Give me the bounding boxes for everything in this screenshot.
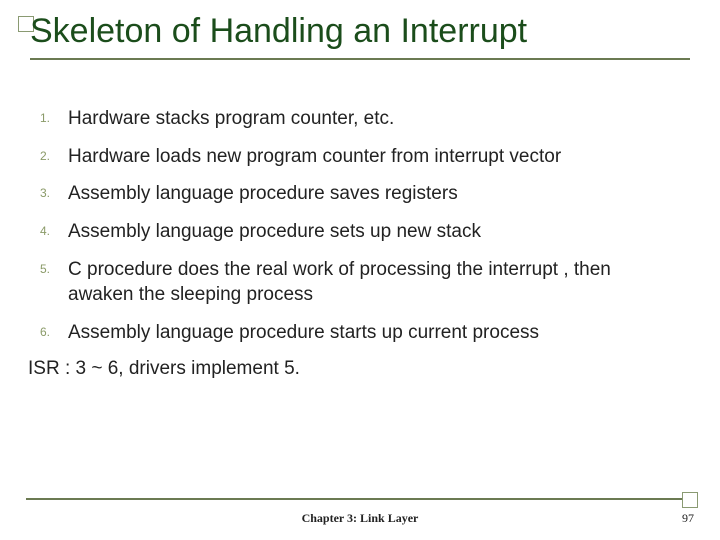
footnote-text: ISR : 3 ~ 6, drivers implement 5. [28, 358, 300, 380]
list-text: C procedure does the real work of proces… [68, 257, 680, 308]
ordered-list: 1. Hardware stacks program counter, etc.… [40, 106, 680, 357]
list-item: 5. C procedure does the real work of pro… [40, 257, 680, 308]
list-number: 3. [40, 181, 68, 200]
footer-corner-decoration [682, 492, 698, 508]
list-item: 2. Hardware loads new program counter fr… [40, 144, 680, 170]
page-number: 97 [682, 511, 694, 526]
list-number: 5. [40, 257, 68, 276]
list-item: 6. Assembly language procedure starts up… [40, 320, 680, 346]
list-number: 6. [40, 320, 68, 339]
list-item: 3. Assembly language procedure saves reg… [40, 181, 680, 207]
list-text: Assembly language procedure starts up cu… [68, 320, 539, 346]
footer-chapter: Chapter 3: Link Layer [0, 511, 720, 526]
list-item: 1. Hardware stacks program counter, etc. [40, 106, 680, 132]
list-text: Hardware loads new program counter from … [68, 144, 561, 170]
list-number: 4. [40, 219, 68, 238]
title-underline [30, 58, 690, 60]
slide-title: Skeleton of Handling an Interrupt [30, 12, 527, 51]
list-number: 2. [40, 144, 68, 163]
list-text: Assembly language procedure saves regist… [68, 181, 458, 207]
list-text: Hardware stacks program counter, etc. [68, 106, 394, 132]
list-text: Assembly language procedure sets up new … [68, 219, 481, 245]
footer-rule [26, 498, 690, 500]
list-item: 4. Assembly language procedure sets up n… [40, 219, 680, 245]
list-number: 1. [40, 106, 68, 125]
